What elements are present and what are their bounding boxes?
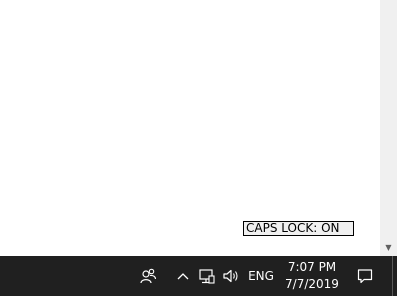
screen: ▼ CAPS LOCK: ON ENG 7:07 PM 7/7/2019 bbox=[0, 0, 397, 296]
chevron-up-icon bbox=[177, 273, 189, 280]
people-icon bbox=[140, 268, 156, 284]
network-icon bbox=[199, 269, 215, 284]
network-button[interactable] bbox=[196, 256, 218, 296]
scroll-down-button[interactable]: ▼ bbox=[380, 239, 397, 256]
triangle-down-icon: ▼ bbox=[385, 243, 392, 252]
vertical-scrollbar[interactable]: ▼ bbox=[380, 0, 397, 256]
caps-lock-indicator: CAPS LOCK: ON bbox=[243, 221, 354, 236]
action-center-button[interactable] bbox=[352, 256, 378, 296]
action-center-icon bbox=[357, 269, 373, 284]
input-language-button[interactable]: ENG bbox=[246, 256, 276, 296]
show-hidden-icons-button[interactable] bbox=[174, 256, 192, 296]
clock-date: 7/7/2019 bbox=[285, 277, 339, 291]
volume-button[interactable] bbox=[220, 256, 242, 296]
taskbar: ENG 7:07 PM 7/7/2019 bbox=[0, 256, 397, 296]
clock-time: 7:07 PM bbox=[287, 260, 337, 274]
show-desktop-button[interactable] bbox=[392, 256, 393, 296]
window-content bbox=[0, 0, 380, 256]
volume-icon bbox=[223, 269, 238, 283]
people-button[interactable] bbox=[136, 256, 160, 296]
clock-button[interactable]: 7:07 PM 7/7/2019 bbox=[282, 256, 342, 296]
